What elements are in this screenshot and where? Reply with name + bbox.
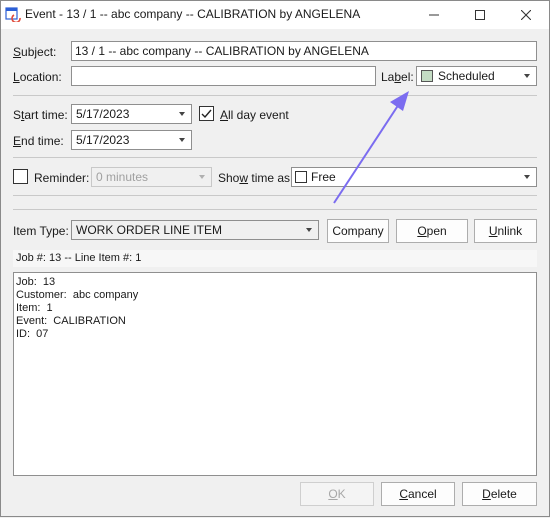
- job-line-text: Job #: 13 -- Line Item #: 1: [16, 252, 142, 264]
- notes-line: Item: 1: [16, 302, 53, 314]
- chevron-down-icon: [179, 138, 185, 142]
- delete-button[interactable]: Delete: [462, 482, 537, 506]
- reminder-value: 0 minutes: [96, 170, 149, 184]
- open-button[interactable]: Open: [396, 219, 468, 243]
- title-bar: Event - 13 / 1 -- abc company -- CALIBRA…: [1, 1, 549, 29]
- maximize-icon: [475, 10, 485, 20]
- chevron-down-icon: [524, 175, 530, 179]
- label-label: Label:: [381, 70, 414, 84]
- chevron-down-icon: [179, 112, 185, 116]
- item-type-value: WORK ORDER LINE ITEM: [76, 223, 223, 237]
- start-date-picker[interactable]: 5/17/2023: [71, 104, 192, 124]
- reminder-label[interactable]: Reminder:: [34, 171, 89, 185]
- checkmark-icon: [201, 109, 212, 119]
- separator: [13, 157, 537, 158]
- show-time-dropdown[interactable]: Free: [291, 167, 537, 187]
- chevron-down-icon: [306, 228, 312, 232]
- reminder-dropdown[interactable]: 0 minutes: [91, 167, 212, 187]
- maximize-button[interactable]: [457, 1, 503, 29]
- label-value: Scheduled: [438, 69, 495, 83]
- end-date-value: 5/17/2023: [76, 133, 130, 147]
- notes-line: Job: 13: [16, 276, 56, 288]
- subject-label: Subject:: [13, 45, 57, 59]
- label-dropdown[interactable]: Scheduled: [416, 66, 537, 86]
- show-time-value: Free: [311, 170, 336, 184]
- separator: [13, 195, 537, 196]
- item-type-label: Item Type:: [13, 224, 69, 238]
- all-day-label[interactable]: All day event: [220, 108, 289, 122]
- ok-button[interactable]: OK: [300, 482, 374, 506]
- label-color-swatch: [421, 70, 433, 82]
- company-button[interactable]: Company: [327, 219, 389, 243]
- subject-field[interactable]: 13 / 1 -- abc company -- CALIBRATION by …: [71, 41, 537, 61]
- start-time-label: Start time:: [13, 108, 68, 122]
- free-status-swatch: [295, 171, 307, 183]
- unlink-button[interactable]: Unlink: [474, 219, 537, 243]
- minimize-icon: [429, 14, 439, 16]
- end-date-picker[interactable]: 5/17/2023: [71, 130, 192, 150]
- job-info-bar: Job #: 13 -- Line Item #: 1: [13, 250, 537, 267]
- item-type-dropdown[interactable]: WORK ORDER LINE ITEM: [71, 220, 319, 240]
- notes-line: Event: CALIBRATION: [16, 315, 126, 327]
- close-icon: [521, 10, 531, 20]
- show-time-label: Show time as:: [218, 171, 294, 185]
- calendar-app-icon: [5, 7, 21, 22]
- reminder-checkbox[interactable]: [13, 169, 28, 184]
- notes-textarea[interactable]: Job: 13 Customer: abc company Item: 1 Event…: [13, 272, 537, 476]
- end-time-label: End time:: [13, 134, 64, 148]
- location-label: Location:: [13, 70, 62, 84]
- separator: [13, 209, 537, 210]
- close-button[interactable]: [503, 1, 549, 29]
- window-title: Event - 13 / 1 -- abc company -- CALIBRA…: [25, 7, 361, 21]
- event-dialog: Event - 13 / 1 -- abc company -- CALIBRA…: [0, 0, 550, 517]
- notes-line: ID: 07: [16, 328, 49, 340]
- cancel-button[interactable]: Cancel: [381, 482, 455, 506]
- chevron-down-icon: [524, 74, 530, 78]
- notes-line: Customer: abc company: [16, 289, 139, 301]
- chevron-down-icon: [199, 175, 205, 179]
- location-field[interactable]: [71, 66, 376, 86]
- all-day-checkbox[interactable]: [199, 106, 214, 121]
- minimize-button[interactable]: [411, 1, 457, 29]
- start-date-value: 5/17/2023: [76, 107, 130, 121]
- separator: [13, 95, 537, 96]
